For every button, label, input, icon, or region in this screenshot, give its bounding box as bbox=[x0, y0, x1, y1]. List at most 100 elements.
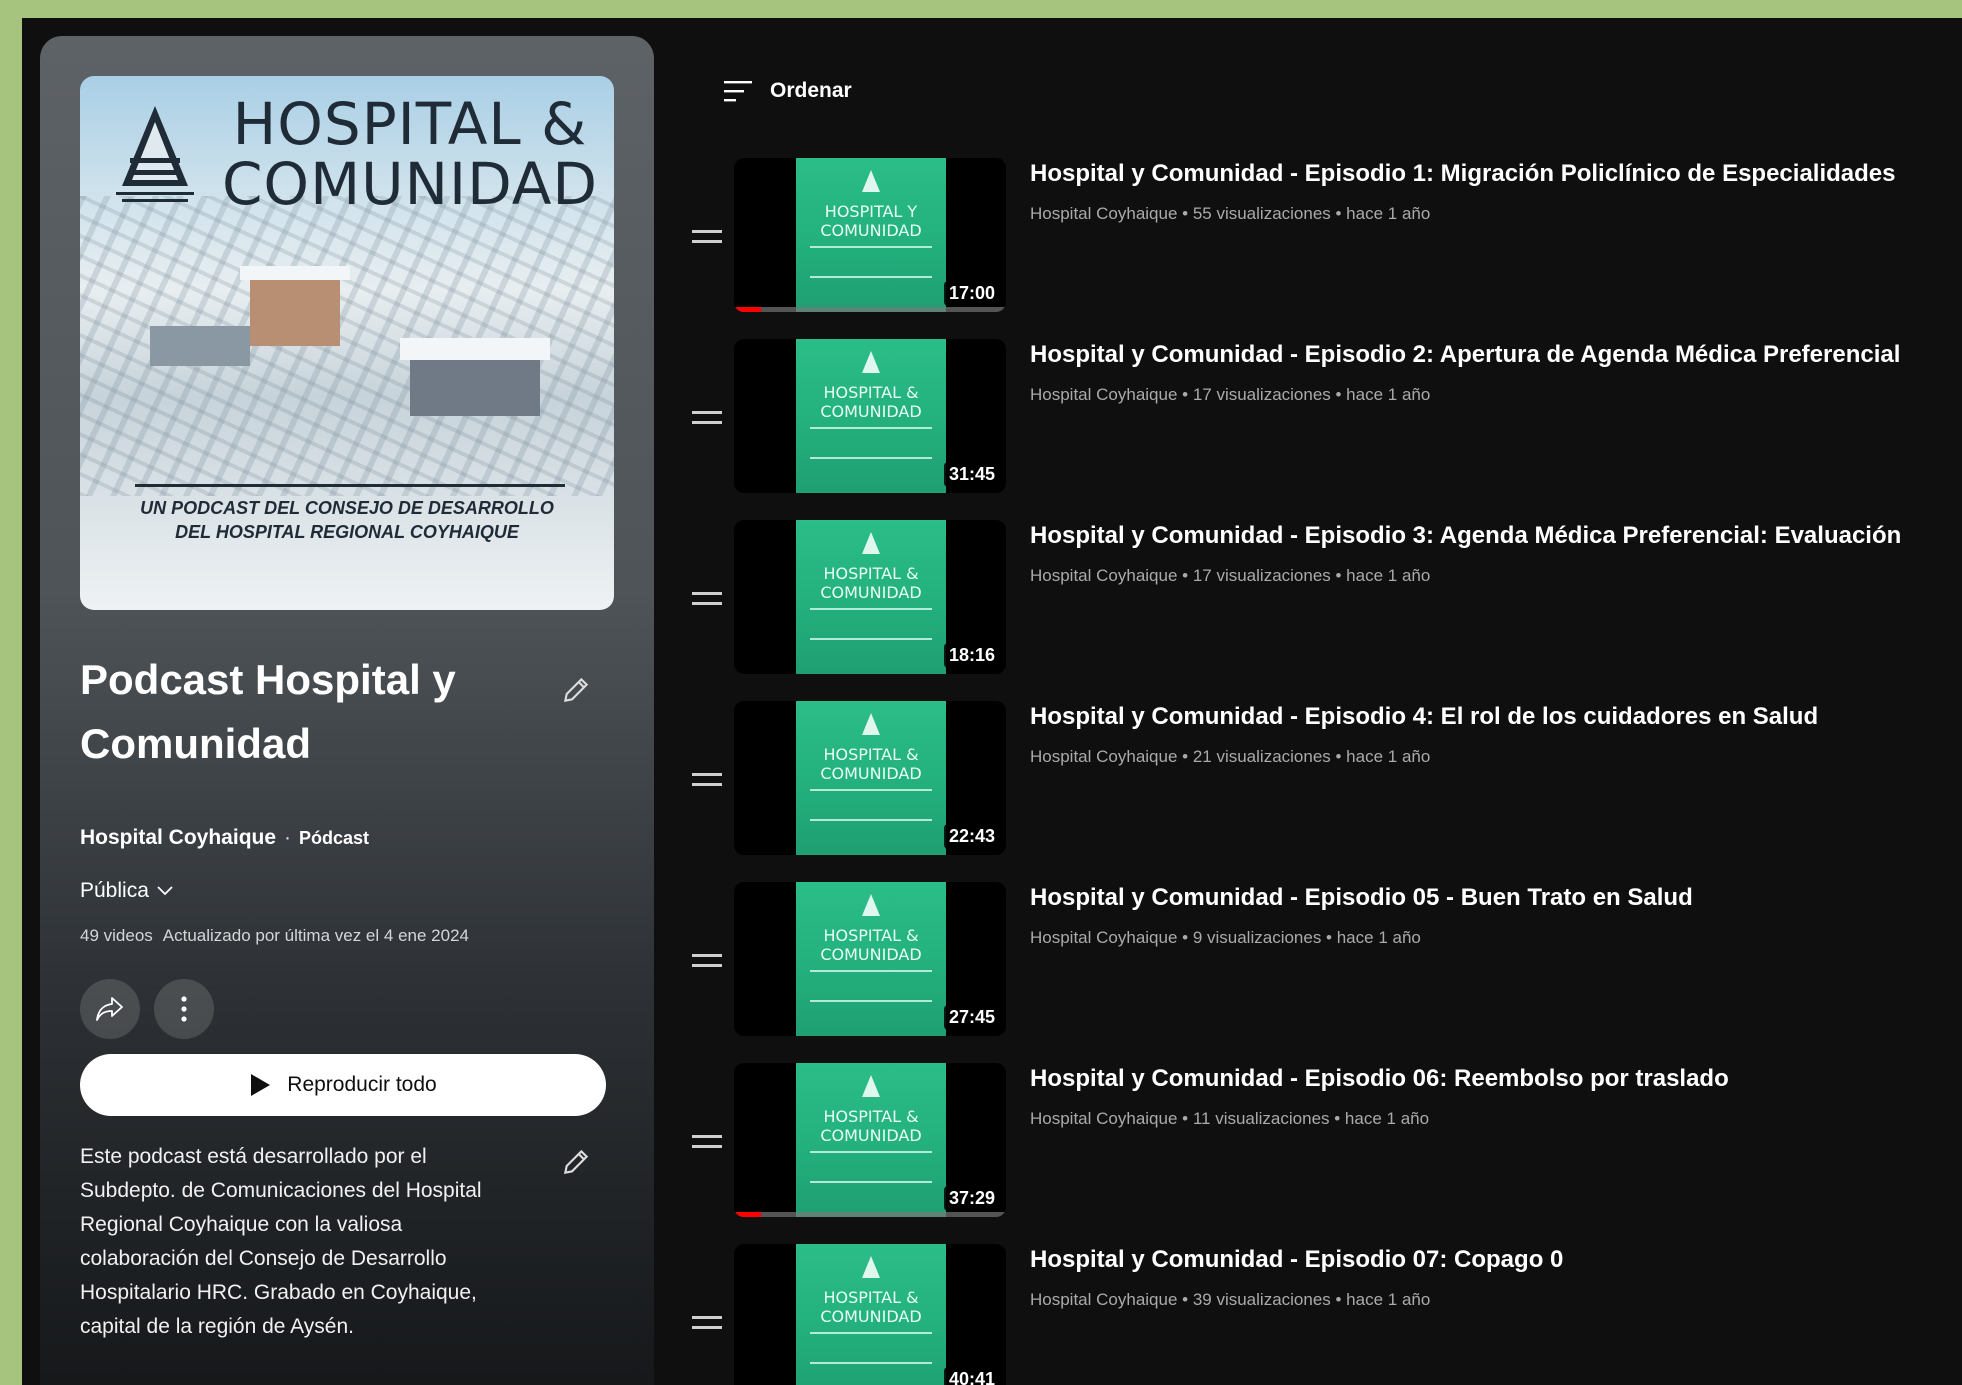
thumbnail-art: HOSPITAL & COMUNIDAD bbox=[796, 1063, 946, 1217]
playlist-cover-image[interactable]: HOSPITAL & COMUNIDAD UN PODCAST DEL CONS… bbox=[80, 76, 614, 610]
thumbnail-art: HOSPITAL & COMUNIDAD bbox=[796, 520, 946, 674]
sort-button[interactable]: Ordenar bbox=[722, 78, 852, 104]
thumbnail-art: HOSPITAL & COMUNIDAD bbox=[796, 339, 946, 493]
thumbnail-title: HOSPITAL & COMUNIDAD bbox=[820, 1107, 922, 1145]
video-title[interactable]: Hospital y Comunidad - Episodio 3: Agend… bbox=[1030, 520, 1960, 552]
channel-link[interactable]: Hospital Coyhaique bbox=[80, 826, 276, 849]
video-title[interactable]: Hospital y Comunidad - Episodio 06: Reem… bbox=[1030, 1063, 1960, 1095]
video-thumbnail[interactable]: HOSPITAL & COMUNIDAD 40:41 bbox=[734, 1244, 1006, 1385]
thumbnail-divider bbox=[810, 608, 932, 610]
share-button[interactable] bbox=[80, 979, 140, 1039]
video-duration: 27:45 bbox=[943, 1005, 1000, 1030]
drag-handle-icon[interactable] bbox=[692, 592, 722, 606]
cover-building bbox=[150, 326, 250, 366]
video-info: Hospital y Comunidad - Episodio 4: El ro… bbox=[1030, 701, 1960, 767]
thumbnail-title: HOSPITAL & COMUNIDAD bbox=[820, 564, 922, 602]
watch-progress-bar bbox=[734, 1212, 1006, 1217]
drag-handle-icon[interactable] bbox=[692, 1135, 722, 1149]
thumbnail-divider bbox=[810, 789, 932, 791]
video-title[interactable]: Hospital y Comunidad - Episodio 05 - Bue… bbox=[1030, 882, 1960, 914]
thumbnail-art: HOSPITAL & COMUNIDAD bbox=[796, 701, 946, 855]
playlist-stats: 49 videos Actualizado por última vez el 4… bbox=[80, 926, 469, 946]
video-meta: Hospital Coyhaique • 39 visualizaciones … bbox=[1030, 1290, 1431, 1309]
thumbnail-title: HOSPITAL & COMUNIDAD bbox=[820, 1288, 922, 1326]
drag-handle-icon[interactable] bbox=[692, 1316, 722, 1330]
thumbnail-divider bbox=[810, 638, 932, 640]
video-info: Hospital y Comunidad - Episodio 1: Migra… bbox=[1030, 158, 1960, 224]
video-info: Hospital y Comunidad - Episodio 05 - Bue… bbox=[1030, 882, 1960, 948]
video-duration: 18:16 bbox=[943, 643, 1000, 668]
drag-handle-icon[interactable] bbox=[692, 954, 722, 968]
thumbnail-logo-icon bbox=[862, 351, 880, 373]
cover-building bbox=[410, 356, 540, 416]
edit-title-pencil-icon[interactable] bbox=[560, 674, 592, 706]
cover-divider bbox=[135, 484, 565, 487]
video-duration: 37:29 bbox=[943, 1186, 1000, 1211]
video-title[interactable]: Hospital y Comunidad - Episodio 2: Apert… bbox=[1030, 339, 1960, 371]
cover-building bbox=[250, 276, 340, 346]
video-title[interactable]: Hospital y Comunidad - Episodio 07: Copa… bbox=[1030, 1244, 1960, 1276]
playlist-video-list: HOSPITAL Y COMUNIDAD 17:00 Hospital y Co… bbox=[672, 158, 1962, 1385]
thumbnail-title: HOSPITAL Y COMUNIDAD bbox=[820, 202, 922, 240]
thumbnail-divider bbox=[810, 819, 932, 821]
playlist-owner-row: Hospital Coyhaique · Pódcast bbox=[80, 826, 369, 850]
video-thumbnail[interactable]: HOSPITAL & COMUNIDAD 22:43 bbox=[734, 701, 1006, 855]
thumbnail-logo-icon bbox=[862, 1256, 880, 1278]
thumbnail-art: HOSPITAL & COMUNIDAD bbox=[796, 882, 946, 1036]
play-all-label: Reproducir todo bbox=[287, 1073, 437, 1096]
edit-description-pencil-icon[interactable] bbox=[560, 1146, 592, 1178]
video-thumbnail[interactable]: HOSPITAL & COMUNIDAD 37:29 bbox=[734, 1063, 1006, 1217]
drag-handle-icon[interactable] bbox=[692, 411, 722, 425]
video-thumbnail[interactable]: HOSPITAL & COMUNIDAD 18:16 bbox=[734, 520, 1006, 674]
playlist-video-row[interactable]: HOSPITAL & COMUNIDAD 37:29 Hospital y Co… bbox=[672, 1063, 1962, 1244]
chevron-down-icon bbox=[157, 886, 173, 896]
play-icon bbox=[251, 1074, 271, 1096]
video-meta: Hospital Coyhaique • 9 visualizaciones •… bbox=[1030, 928, 1421, 947]
playlist-video-row[interactable]: HOSPITAL & COMUNIDAD 18:16 Hospital y Co… bbox=[672, 520, 1962, 701]
hospital-logo-icon bbox=[116, 106, 194, 202]
thumbnail-title: HOSPITAL & COMUNIDAD bbox=[820, 383, 922, 421]
play-all-button[interactable]: Reproducir todo bbox=[80, 1054, 606, 1116]
drag-handle-icon[interactable] bbox=[692, 773, 722, 787]
video-meta: Hospital Coyhaique • 21 visualizaciones … bbox=[1030, 747, 1431, 766]
more-actions-button[interactable] bbox=[154, 979, 214, 1039]
thumbnail-art: HOSPITAL Y COMUNIDAD bbox=[796, 158, 946, 312]
thumbnail-divider bbox=[810, 1151, 932, 1153]
thumbnail-divider bbox=[810, 276, 932, 278]
video-meta: Hospital Coyhaique • 17 visualizaciones … bbox=[1030, 385, 1431, 404]
video-title[interactable]: Hospital y Comunidad - Episodio 1: Migra… bbox=[1030, 158, 1960, 190]
video-info: Hospital y Comunidad - Episodio 07: Copa… bbox=[1030, 1244, 1960, 1310]
thumbnail-title: HOSPITAL & COMUNIDAD bbox=[820, 926, 922, 964]
video-info: Hospital y Comunidad - Episodio 3: Agend… bbox=[1030, 520, 1960, 586]
playlist-video-row[interactable]: HOSPITAL & COMUNIDAD 22:43 Hospital y Co… bbox=[672, 701, 1962, 882]
share-icon bbox=[96, 997, 123, 1021]
thumbnail-logo-icon bbox=[862, 170, 880, 192]
thumbnail-logo-icon bbox=[862, 532, 880, 554]
video-thumbnail[interactable]: HOSPITAL & COMUNIDAD 31:45 bbox=[734, 339, 1006, 493]
video-duration: 31:45 bbox=[943, 462, 1000, 487]
watch-progress-fill bbox=[734, 307, 762, 312]
thumbnail-logo-icon bbox=[862, 1075, 880, 1097]
cover-subtitle: UN PODCAST DEL CONSEJO DE DESARROLLO DEL… bbox=[140, 498, 554, 542]
playlist-title: Podcast Hospital y Comunidad bbox=[80, 656, 456, 767]
playlist-video-row[interactable]: HOSPITAL & COMUNIDAD 31:45 Hospital y Co… bbox=[672, 339, 1962, 520]
playlist-video-row[interactable]: HOSPITAL Y COMUNIDAD 17:00 Hospital y Co… bbox=[672, 158, 1962, 339]
thumbnail-divider bbox=[810, 1332, 932, 1334]
video-title[interactable]: Hospital y Comunidad - Episodio 4: El ro… bbox=[1030, 701, 1960, 733]
video-count: 49 videos bbox=[80, 926, 153, 945]
thumbnail-divider bbox=[810, 1181, 932, 1183]
visibility-dropdown[interactable]: Pública bbox=[80, 879, 175, 903]
video-thumbnail[interactable]: HOSPITAL Y COMUNIDAD 17:00 bbox=[734, 158, 1006, 312]
playlist-video-row[interactable]: HOSPITAL & COMUNIDAD 27:45 Hospital y Co… bbox=[672, 882, 1962, 1063]
watch-progress-bar bbox=[734, 307, 1006, 312]
drag-handle-icon[interactable] bbox=[692, 230, 722, 244]
thumbnail-title: HOSPITAL & COMUNIDAD bbox=[820, 745, 922, 783]
more-vert-icon bbox=[181, 996, 187, 1022]
meta-separator: · bbox=[284, 826, 292, 849]
thumbnail-divider bbox=[810, 246, 932, 248]
video-thumbnail[interactable]: HOSPITAL & COMUNIDAD 27:45 bbox=[734, 882, 1006, 1036]
sort-label: Ordenar bbox=[770, 79, 852, 102]
playlist-header-panel: HOSPITAL & COMUNIDAD UN PODCAST DEL CONS… bbox=[40, 36, 654, 1385]
podcast-badge[interactable]: Pódcast bbox=[299, 828, 369, 848]
playlist-video-row[interactable]: HOSPITAL & COMUNIDAD 40:41 Hospital y Co… bbox=[672, 1244, 1962, 1385]
